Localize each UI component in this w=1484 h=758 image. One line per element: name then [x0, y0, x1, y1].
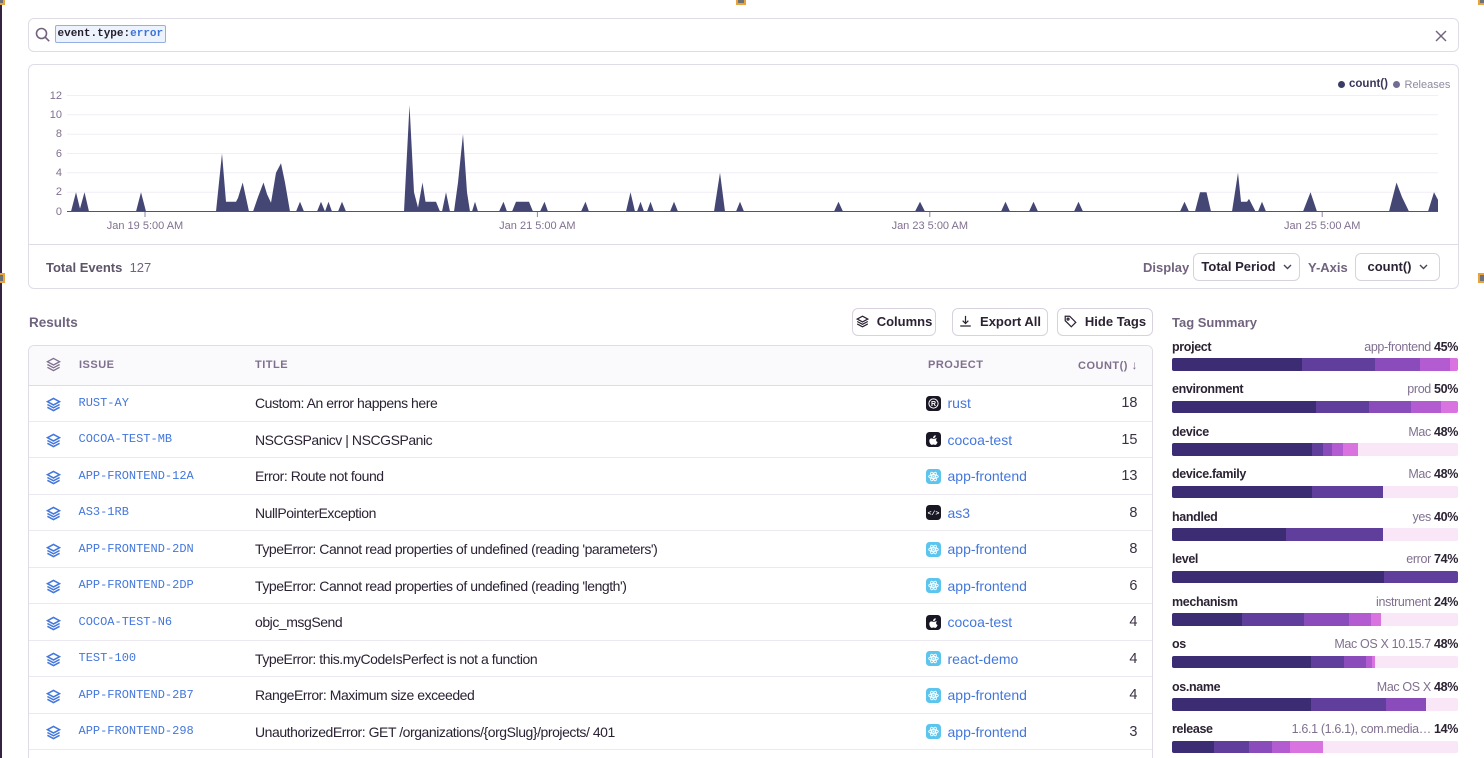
svg-text:</>: </> [927, 510, 939, 517]
svg-text:R: R [931, 401, 936, 408]
